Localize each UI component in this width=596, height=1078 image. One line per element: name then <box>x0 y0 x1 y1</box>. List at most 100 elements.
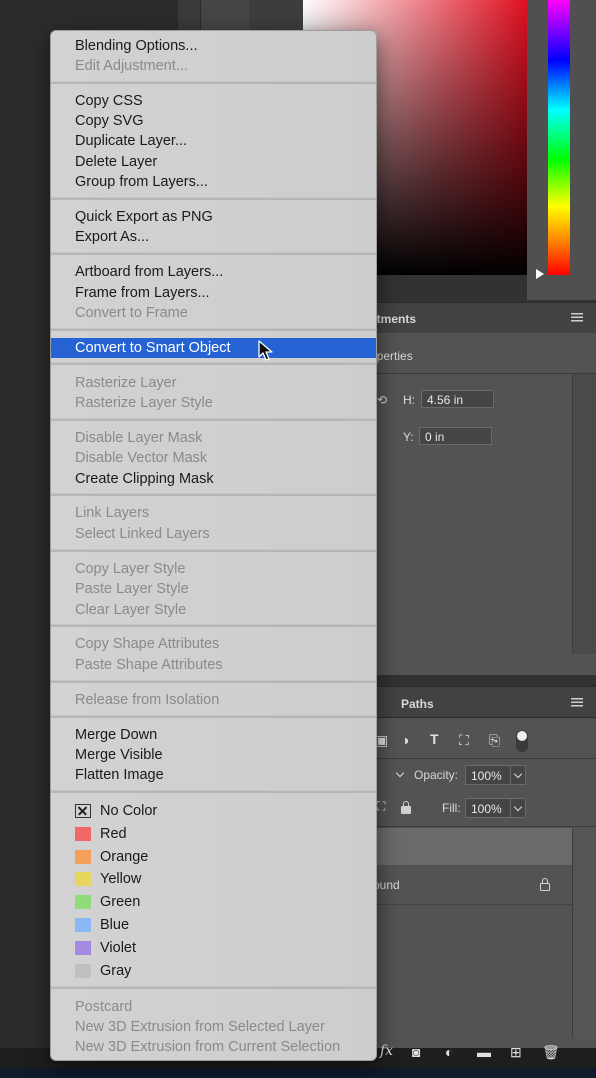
fx-icon[interactable]: fx <box>380 1043 393 1059</box>
y-label: Y: <box>403 430 414 444</box>
menu-item-convert-to-frame: Convert to Frame <box>75 305 188 321</box>
menu-item-copy-css[interactable]: Copy CSS <box>51 91 376 111</box>
menu-separator <box>51 197 376 200</box>
filter-adjustment-icon[interactable]: ◑ <box>401 732 409 748</box>
menu-item-color-blue[interactable]: Blue <box>51 915 376 935</box>
menu-item-color-yellow[interactable]: Yellow <box>51 869 376 889</box>
gray-swatch-icon <box>75 964 91 978</box>
menu-item-paste-layer-style: Paste Layer Style <box>75 581 189 597</box>
menu-separator <box>51 715 376 718</box>
opacity-label: Opacity: <box>414 768 459 782</box>
menu-item-rasterize-layer-style: Rasterize Layer Style <box>75 395 213 411</box>
menu-item-label: Red <box>100 826 127 842</box>
menu-item-copy-layer-style: Copy Layer Style <box>75 561 186 577</box>
new-adjustment-icon[interactable]: ◐ <box>445 1044 453 1060</box>
menu-item-color-gray[interactable]: Gray <box>51 961 376 981</box>
menu-separator <box>51 328 376 331</box>
menu-item-color-orange[interactable]: Orange <box>51 847 376 867</box>
layers-scrollbar[interactable] <box>572 828 596 1038</box>
menu-item-select-linked-layers: Select Linked Layers <box>75 526 210 542</box>
menu-item-frame-from-layers[interactable]: Frame from Layers... <box>51 283 376 303</box>
hue-slider-marker[interactable] <box>536 269 544 279</box>
menu-separator <box>51 986 376 989</box>
menu-item-blending-options[interactable]: Blending Options... <box>51 36 376 56</box>
filter-toggle-knob <box>517 731 527 741</box>
menu-item-color-violet[interactable]: Violet <box>51 938 376 958</box>
menu-item-merge-visible[interactable]: Merge Visible <box>51 745 376 765</box>
y-field[interactable]: 0 in <box>419 427 492 445</box>
menu-item-copy-svg[interactable]: Copy SVG <box>51 111 376 131</box>
menu-separator <box>51 680 376 683</box>
fill-label: Fill: <box>442 801 461 815</box>
green-swatch-icon <box>75 895 91 909</box>
layer-context-menu: Blending Options... Edit Adjustment... C… <box>50 30 377 1061</box>
filter-shape-icon[interactable]: ⛶ <box>459 732 469 749</box>
menu-item-label: Yellow <box>100 871 142 887</box>
filter-smart-object-icon[interactable]: ⎘ <box>489 732 500 749</box>
menu-item-color-none[interactable]: No Color <box>51 801 376 821</box>
menu-item-3d-extrusion-selected-layer: New 3D Extrusion from Selected Layer <box>75 1019 325 1035</box>
menu-item-release-from-isolation: Release from Isolation <box>75 692 220 708</box>
menu-item-color-green[interactable]: Green <box>51 892 376 912</box>
menu-item-group-from-layers[interactable]: Group from Layers... <box>51 172 376 192</box>
menu-item-copy-shape-attributes: Copy Shape Attributes <box>75 636 220 652</box>
menu-item-artboard-from-layers[interactable]: Artboard from Layers... <box>51 262 376 282</box>
menu-item-label: Green <box>100 894 141 910</box>
panel-menu-icon[interactable] <box>571 313 583 322</box>
height-field[interactable]: 4.56 in <box>421 390 494 408</box>
menu-separator <box>51 624 376 627</box>
new-group-folder-icon[interactable]: ▬ <box>477 1044 491 1060</box>
fill-dropdown-button[interactable] <box>510 798 526 818</box>
menu-item-label: Orange <box>100 849 149 865</box>
layers-panel-menu-icon[interactable] <box>571 698 583 707</box>
menu-item-convert-to-smart-object[interactable]: Convert to Smart Object <box>51 338 376 358</box>
menu-item-quick-export-png[interactable]: Quick Export as PNG <box>51 207 376 227</box>
blue-swatch-icon <box>75 918 91 932</box>
height-label: H: <box>403 393 415 407</box>
opacity-dropdown-button[interactable] <box>510 765 526 785</box>
menu-item-create-clipping-mask[interactable]: Create Clipping Mask <box>51 469 376 489</box>
menu-item-label: Violet <box>100 940 137 956</box>
menu-item-label: Blue <box>100 917 130 933</box>
menu-item-flatten-image[interactable]: Flatten Image <box>51 765 376 785</box>
menu-item-disable-vector-mask: Disable Vector Mask <box>75 450 208 466</box>
blend-mode-chevron-icon[interactable] <box>395 768 405 778</box>
fill-field[interactable]: 100% <box>465 798 511 818</box>
trash-icon[interactable]: 🗑 <box>542 1044 560 1061</box>
opacity-field[interactable]: 100% <box>465 765 511 785</box>
tab-paths[interactable]: Paths <box>401 697 434 711</box>
no-color-icon <box>75 804 91 818</box>
menu-item-rasterize-layer: Rasterize Layer <box>75 375 177 391</box>
new-layer-icon[interactable]: ⊞ <box>510 1044 522 1061</box>
lock-all-icon[interactable] <box>401 801 411 814</box>
menu-item-postcard: Postcard <box>75 999 133 1015</box>
menu-item-clear-layer-style: Clear Layer Style <box>75 602 187 618</box>
menu-separator <box>51 252 376 255</box>
menu-separator <box>51 790 376 793</box>
menu-item-label: Gray <box>100 963 132 979</box>
filter-toggle[interactable] <box>516 730 528 752</box>
menu-separator <box>51 493 376 496</box>
link-icon[interactable]: ⟲ <box>377 393 387 407</box>
orange-swatch-icon <box>75 850 91 864</box>
red-swatch-icon <box>75 827 91 841</box>
taskbar-strip <box>0 1068 596 1078</box>
menu-item-delete-layer[interactable]: Delete Layer <box>51 152 376 172</box>
menu-item-disable-layer-mask: Disable Layer Mask <box>75 430 203 446</box>
lock-position-icon[interactable]: ⛶ <box>377 799 385 814</box>
menu-item-export-as[interactable]: Export As... <box>51 227 376 247</box>
menu-item-merge-down[interactable]: Merge Down <box>51 725 376 745</box>
filter-type-icon[interactable]: T <box>430 731 439 747</box>
menu-item-color-red[interactable]: Red <box>51 824 376 844</box>
properties-scrollbar[interactable] <box>572 374 596 654</box>
violet-swatch-icon <box>75 941 91 955</box>
menu-separator <box>51 549 376 552</box>
menu-item-edit-adjustment: Edit Adjustment... <box>75 58 188 74</box>
yellow-swatch-icon <box>75 872 91 886</box>
menu-item-link-layers: Link Layers <box>75 505 150 521</box>
hue-slider[interactable] <box>548 0 570 275</box>
layer-name: ound <box>373 878 400 892</box>
menu-item-duplicate-layer[interactable]: Duplicate Layer... <box>51 131 376 151</box>
add-mask-icon[interactable]: ◙ <box>412 1044 420 1060</box>
menu-item-3d-extrusion-current-selection: New 3D Extrusion from Current Selection <box>75 1039 341 1055</box>
